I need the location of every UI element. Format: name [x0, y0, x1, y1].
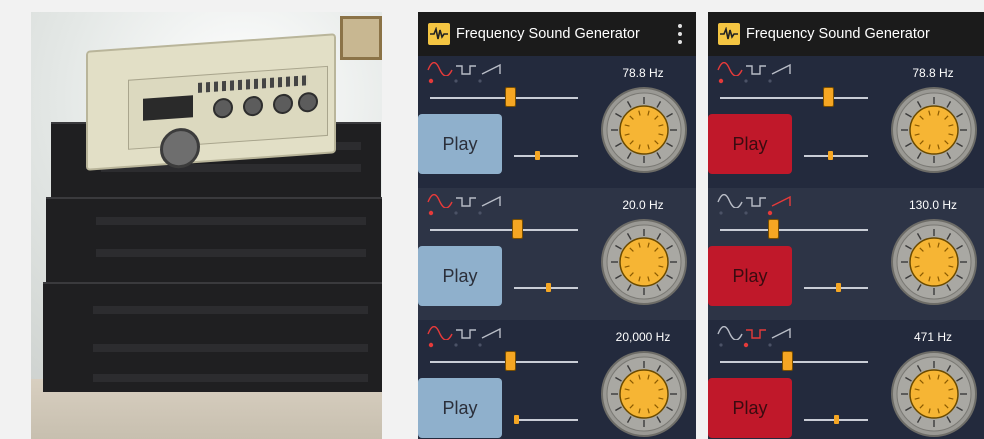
frequency-slider-track[interactable] [720, 97, 868, 99]
frequency-slider-thumb[interactable] [781, 351, 793, 371]
frequency-readout: 20.0 Hz [622, 198, 664, 212]
hardware-photo [31, 12, 382, 439]
waveform-selector[interactable] [716, 62, 796, 76]
app-icon [428, 23, 450, 45]
frequency-slider-thumb[interactable] [505, 351, 517, 371]
frequency-readout: 78.8 Hz [622, 66, 664, 80]
volume-slider-thumb[interactable] [514, 415, 519, 424]
sine-wave-icon [427, 62, 453, 76]
frequency-readout: 20,000 Hz [615, 330, 671, 344]
waveform-selector[interactable] [426, 194, 506, 208]
waveform-selector[interactable] [716, 326, 796, 340]
frequency-slider-thumb[interactable] [822, 87, 834, 107]
volume-slider-track[interactable] [804, 155, 868, 157]
volume-slider-thumb[interactable] [546, 283, 552, 292]
more-options-icon[interactable] [678, 24, 682, 44]
frequency-slider-thumb[interactable] [512, 219, 524, 239]
phone-screen-1: Frequency Sound Generator 78.8 Hz Play 2… [418, 12, 696, 439]
play-button[interactable]: Play [418, 246, 502, 306]
play-button[interactable]: Play [708, 246, 792, 306]
play-button[interactable]: Play [418, 114, 502, 174]
stereo-amplifier [46, 197, 382, 282]
waveform-indicator [718, 78, 772, 84]
cassette-deck [43, 282, 382, 392]
sawtooth-wave-icon [771, 195, 791, 207]
frequency-slider-track[interactable] [720, 361, 868, 363]
generator-row: 78.8 Hz Play [418, 56, 696, 188]
square-wave-icon [456, 65, 476, 75]
waveform-selector[interactable] [716, 194, 796, 208]
square-wave-icon [456, 197, 476, 207]
sawtooth-wave-icon [481, 195, 501, 207]
sine-wave-icon [427, 194, 453, 208]
volume-slider-thumb[interactable] [534, 151, 540, 160]
frequency-slider-track[interactable] [720, 229, 868, 231]
sine-wave-icon [717, 326, 743, 340]
frequency-readout: 78.8 Hz [912, 66, 954, 80]
frequency-slider-track[interactable] [430, 97, 578, 99]
frequency-dial-knob[interactable] [890, 86, 978, 174]
square-wave-icon [746, 65, 766, 75]
app-bar: Frequency Sound Generator [418, 12, 696, 56]
sine-wave-icon [717, 62, 743, 76]
sawtooth-wave-icon [481, 63, 501, 75]
frequency-dial-knob[interactable] [600, 218, 688, 306]
volume-slider-track[interactable] [514, 419, 578, 421]
volume-slider-thumb[interactable] [836, 283, 842, 292]
sawtooth-wave-icon [771, 327, 791, 339]
frequency-dial-knob[interactable] [600, 350, 688, 438]
play-button[interactable]: Play [708, 378, 792, 438]
play-button[interactable]: Play [418, 378, 502, 438]
frequency-slider-track[interactable] [430, 361, 578, 363]
phone-screen-2: Frequency Sound Generator 78.8 Hz Play 1… [708, 12, 984, 439]
square-wave-icon [456, 329, 476, 339]
app-icon [718, 23, 740, 45]
volume-slider-thumb[interactable] [827, 151, 833, 160]
generator-row: 78.8 Hz Play [708, 56, 984, 188]
sawtooth-wave-icon [481, 327, 501, 339]
waveform-indicator [719, 210, 773, 216]
waveform-indicator [428, 78, 482, 84]
play-button[interactable]: Play [708, 114, 792, 174]
app-title: Frequency Sound Generator [746, 26, 930, 42]
waveform-indicator [428, 342, 482, 348]
volume-slider-track[interactable] [514, 155, 578, 157]
app-bar: Frequency Sound Generator [708, 12, 984, 56]
frequency-dial-knob[interactable] [600, 86, 688, 174]
sine-wave-icon [427, 326, 453, 340]
generator-row: 20,000 Hz Play [418, 320, 696, 439]
generator-row: 130.0 Hz Play [708, 188, 984, 320]
sine-wave-icon [717, 194, 743, 208]
app-title: Frequency Sound Generator [456, 26, 640, 42]
frequency-slider-track[interactable] [430, 229, 578, 231]
square-wave-icon [746, 197, 766, 207]
waveform-indicator [719, 342, 772, 348]
frequency-dial-knob[interactable] [890, 218, 978, 306]
waveform-selector[interactable] [426, 62, 506, 76]
frequency-dial-knob[interactable] [890, 350, 978, 438]
waveform-selector[interactable] [426, 326, 506, 340]
page: Frequency Sound Generator 78.8 Hz Play 2… [0, 0, 984, 439]
volume-slider-thumb[interactable] [833, 415, 839, 424]
frequency-slider-thumb[interactable] [767, 219, 779, 239]
generator-row: 20.0 Hz Play [418, 188, 696, 320]
picture-frame [340, 16, 382, 60]
square-wave-icon [746, 329, 766, 339]
waveform-indicator [428, 210, 482, 216]
frequency-readout: 471 Hz [913, 330, 953, 344]
frequency-slider-thumb[interactable] [505, 87, 517, 107]
generator-row: 471 Hz Play [708, 320, 984, 439]
sawtooth-wave-icon [771, 63, 791, 75]
frequency-readout: 130.0 Hz [908, 198, 958, 212]
function-generator [86, 33, 336, 171]
